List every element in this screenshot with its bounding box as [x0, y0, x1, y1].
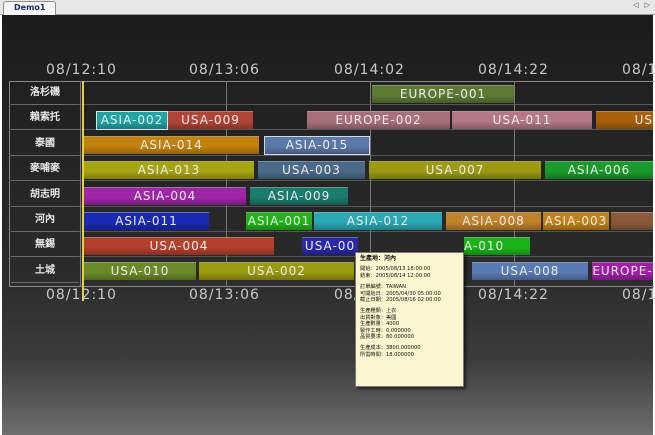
task-bar[interactable]: USA-007	[369, 161, 541, 179]
task-bar[interactable]: ASIA-009	[250, 187, 348, 205]
task-bar[interactable]: A-010	[464, 237, 530, 255]
current-time-marker[interactable]	[82, 81, 84, 301]
task-bar[interactable]: USA-010	[84, 262, 196, 280]
task-bar[interactable]: EUROPE-	[592, 262, 653, 280]
task-bar[interactable]: ASIA-012	[314, 212, 442, 230]
timeline-bottom-label: 08/13:06	[189, 287, 260, 303]
task-bar[interactable]: EUROPE-002	[307, 111, 450, 129]
task-bar[interactable]: ASIA-013	[84, 161, 254, 179]
row-label: 河內	[11, 209, 79, 232]
task-bar[interactable]: ASIA-011	[84, 212, 209, 230]
timeline-top-label: 08/13:06	[189, 62, 260, 78]
task-bar[interactable]: USA-009	[168, 111, 253, 129]
timeline-bottom-label: 08/12:10	[46, 287, 117, 303]
task-bar[interactable]: ASIA-003	[543, 212, 609, 230]
timeline-bottom-label: 08/14:22	[478, 287, 549, 303]
timeline-top-label: 08/12:10	[46, 62, 117, 78]
task-bar[interactable]: USA-002	[199, 262, 354, 280]
tab-demo1[interactable]: Demo1	[3, 1, 57, 15]
row-label: 麥哺麥	[11, 158, 79, 181]
task-bar[interactable]: USA-004	[84, 237, 274, 255]
row-label: 土城	[11, 260, 79, 283]
task-bar[interactable]: US	[596, 111, 653, 129]
gantt-canvas[interactable]: 08/12:10 08/13:06 08/14:02 08/14:22 08/1…	[2, 15, 655, 435]
row-label: 無錫	[11, 234, 79, 257]
task-bar[interactable]: EUROPE-001	[372, 85, 514, 103]
task-bar[interactable]: ASIA-015	[264, 136, 370, 155]
task-bar[interactable]: ASIA-006	[545, 161, 653, 179]
gantt-window: Demo1 ◁ ▷ 08/12:10 08/13:06 08/14:02 08/…	[0, 0, 655, 435]
task-bar[interactable]: ASIA-002	[96, 111, 168, 130]
task-bar[interactable]: USA-011	[452, 111, 592, 129]
tab-scroll-arrows[interactable]: ◁ ▷	[633, 1, 652, 9]
task-bar[interactable]: ASIA-008	[446, 212, 541, 230]
task-bar[interactable]: USA-003	[258, 161, 365, 179]
tooltip-title: 生產地：河內	[360, 255, 397, 262]
timeline-top-label: 08/14:02	[334, 62, 405, 78]
tooltip-time: 所需時間：18.000000	[360, 351, 414, 358]
task-bar[interactable]: ASIA-004	[84, 187, 246, 205]
row-label: 泰國	[11, 133, 79, 156]
task-bar[interactable]: USA-00	[302, 237, 358, 255]
row-label: 洛杉磯	[11, 82, 79, 105]
task-bar[interactable]	[611, 212, 653, 230]
row-label: 賴索托	[11, 107, 79, 130]
row-label: 胡志明	[11, 184, 79, 207]
task-bar[interactable]: ASIA-001	[246, 212, 312, 230]
timeline-top-label: 08/1	[622, 62, 655, 78]
timeline-bottom-label: 08/1	[622, 287, 655, 303]
task-tooltip: 生產地：河內 開始：2005/08/13 18:00:00 結束：2005/08…	[355, 252, 464, 387]
timeline-top-label: 08/14:22	[478, 62, 549, 78]
tab-bar: Demo1 ◁ ▷	[0, 0, 655, 15]
task-bar[interactable]: ASIA-014	[84, 136, 259, 154]
task-bar[interactable]: USA-008	[472, 262, 588, 280]
